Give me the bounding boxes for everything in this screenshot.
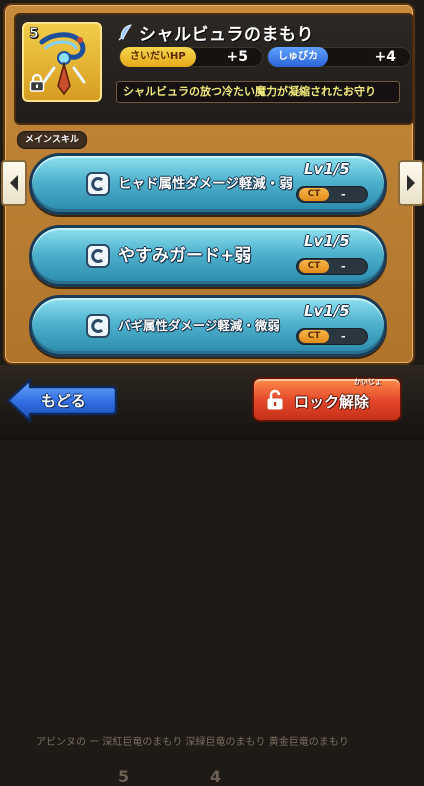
lock-icon xyxy=(29,74,45,92)
c-badge-icon xyxy=(86,172,110,196)
skill-name: バギ属性ダメージ軽減・微弱 xyxy=(118,318,280,333)
ct-badge: CT xyxy=(299,188,329,201)
ct-badge: CT xyxy=(299,330,329,343)
ct-value: - xyxy=(341,260,346,273)
unlock-icon xyxy=(267,389,283,410)
skill-level: Lv1/5 xyxy=(304,232,350,250)
back-label: もどる xyxy=(41,392,86,410)
stat-max-hp: さいだいHP +5 xyxy=(119,47,263,67)
skill-name: ヒャド属性ダメージ軽減・弱 xyxy=(118,176,293,192)
unlock-ruby: かいじょ xyxy=(354,378,382,386)
ct-value: - xyxy=(341,188,346,201)
skill-cooldown: CT - xyxy=(296,328,368,345)
unlock-button[interactable]: ロック解除 かいじょ xyxy=(252,377,402,422)
skill-level: Lv1/5 xyxy=(304,302,350,320)
ct-badge: CT xyxy=(299,260,329,273)
skill-button-3[interactable]: バギ属性ダメージ軽減・微弱 Lv1/5 CT - xyxy=(29,295,387,357)
unlock-label: ロック解除 xyxy=(294,393,370,411)
skill-button-1[interactable]: ヒャド属性ダメージ軽減・弱 Lv1/5 CT - xyxy=(29,153,387,215)
background-item-names: アビンヌの ー 深紅巨竜のまもり 深緑巨竜のまもり 黄金巨竜のまもり xyxy=(36,737,349,748)
background-rank-number: 5 xyxy=(118,767,130,786)
chevron-right-icon xyxy=(407,175,415,191)
next-arrow-button[interactable] xyxy=(398,160,424,206)
chevron-left-icon xyxy=(10,175,18,191)
skill-level: Lv1/5 xyxy=(304,160,350,178)
stat-label: さいだいHP xyxy=(120,47,196,67)
item-name: シャルビュラのまもり xyxy=(139,24,314,45)
prev-arrow-button[interactable] xyxy=(1,160,27,206)
c-badge-icon xyxy=(86,244,110,268)
item-header: 5 シャルビュラのまもり さいだいHP +5 しゅびカ +4 シャルビュラの放つ… xyxy=(14,13,414,125)
skill-cooldown: CT - xyxy=(296,186,368,203)
stat-value: +4 xyxy=(374,49,396,65)
feather-icon xyxy=(118,24,132,41)
item-title-row: シャルビュラのまもり xyxy=(118,20,314,45)
main-skill-label: メインスキル xyxy=(17,131,87,149)
stat-defense: しゅびカ +4 xyxy=(267,47,411,67)
stat-value: +5 xyxy=(226,49,248,65)
item-icon: 5 xyxy=(22,22,102,102)
stat-label: しゅびカ xyxy=(268,47,328,67)
skill-cooldown: CT - xyxy=(296,258,368,275)
ct-value: - xyxy=(341,330,346,343)
skill-name: やすみガード+弱 xyxy=(118,246,252,266)
back-button[interactable]: もどる xyxy=(6,378,118,423)
c-badge-icon xyxy=(86,314,110,338)
background-rank-number: 4 xyxy=(210,767,222,786)
skill-button-2[interactable]: やすみガード+弱 Lv1/5 CT - xyxy=(29,225,387,287)
item-description: シャルビュラの放つ冷たい魔力が凝縮されたお守り xyxy=(116,81,400,103)
